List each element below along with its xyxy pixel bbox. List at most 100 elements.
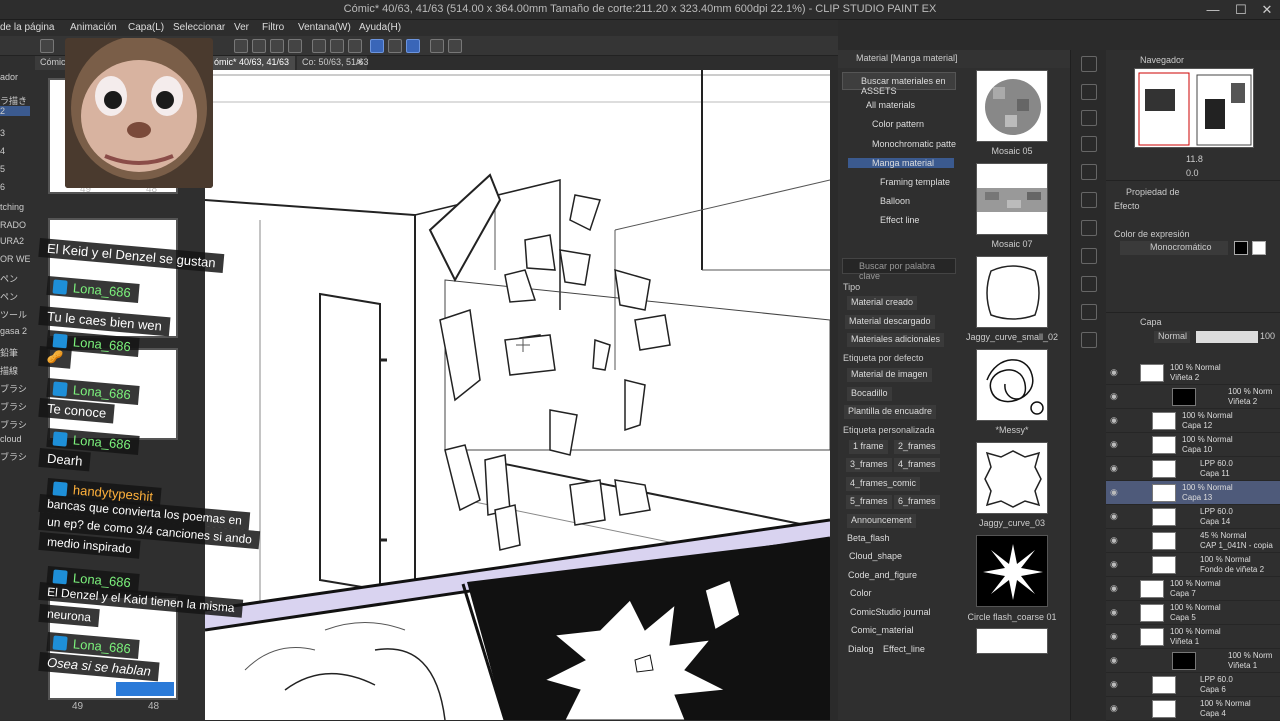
tag-item[interactable]: Announcement xyxy=(847,514,916,528)
search-assets-button[interactable]: Buscar materiales en ASSETS xyxy=(842,72,956,96)
subtool-item[interactable]: RADO xyxy=(0,220,30,230)
tag-item[interactable]: Beta_flash xyxy=(843,532,894,546)
menu-layer[interactable]: Capa(L) xyxy=(128,20,164,36)
menu-filter[interactable]: Filtro xyxy=(262,20,284,36)
close-button[interactable]: ✕ xyxy=(1254,0,1280,20)
menu-help[interactable]: Ayuda(H) xyxy=(359,20,401,36)
tab-comic-40[interactable]: ómic* 40/63, 41/63 xyxy=(209,56,295,70)
menu-page[interactable]: de la página xyxy=(0,20,55,36)
subtool-item[interactable]: 5 xyxy=(0,164,30,174)
tag-item[interactable]: 1 frame xyxy=(849,440,888,454)
eye-icon[interactable]: ◉ xyxy=(1110,704,1122,713)
eye-icon[interactable]: ◉ xyxy=(1110,392,1122,401)
layer-row[interactable]: ◉ 100 % Normal Fondo de viñeta 2 xyxy=(1106,553,1280,577)
menu-animation[interactable]: Animación xyxy=(70,20,117,36)
tag-item[interactable]: Material de imagen xyxy=(847,368,932,382)
layer-row[interactable]: ◉ LPP 60.0 Capa 6 xyxy=(1106,673,1280,697)
navigator-preview[interactable] xyxy=(1134,68,1254,148)
layer-row[interactable]: ◉ LPP 60.0 Capa 11 xyxy=(1106,457,1280,481)
subtool-item[interactable]: ador xyxy=(0,72,30,82)
subtool-item[interactable]: 4 xyxy=(0,146,30,156)
layer-row[interactable]: ◉ 100 % Normal Capa 5 xyxy=(1106,601,1280,625)
layer-row[interactable]: ◉ LPP 60.0 Capa 14 xyxy=(1106,505,1280,529)
tag-item[interactable]: 2_frames xyxy=(894,440,940,454)
snap-grid-icon[interactable] xyxy=(406,39,420,53)
subtool-item[interactable]: 鉛筆 xyxy=(0,346,30,359)
subtool-item[interactable]: ブラシ xyxy=(0,418,30,431)
menu-window[interactable]: Ventana(W) xyxy=(298,20,351,36)
layer-row[interactable]: ◉ 100 % Normal Capa 7 xyxy=(1106,577,1280,601)
opacity-value[interactable]: 100 xyxy=(1260,331,1275,341)
transform-icon[interactable] xyxy=(234,39,248,53)
tree-effect-line[interactable]: Effect line xyxy=(866,215,954,225)
tree-color-pattern[interactable]: Color pattern xyxy=(856,119,954,129)
tag-item[interactable]: Color xyxy=(846,587,876,601)
panel-toggle-icon[interactable] xyxy=(1081,56,1097,72)
eye-icon[interactable]: ◉ xyxy=(1110,416,1122,425)
layer-row[interactable]: ◉ 100 % Norm Viñeta 2 xyxy=(1106,385,1280,409)
menu-view[interactable]: Ver xyxy=(234,20,249,36)
eye-icon[interactable]: ◉ xyxy=(1110,608,1122,617)
subtool-item[interactable]: ブラシ xyxy=(0,450,30,463)
material-thumbnail[interactable] xyxy=(976,628,1048,654)
settings-icon[interactable] xyxy=(430,39,444,53)
tag-item[interactable]: Plantilla de encuadre xyxy=(844,405,937,419)
copy-icon[interactable] xyxy=(330,39,344,53)
close-tab-icon[interactable]: ✕ xyxy=(353,56,367,70)
help-icon[interactable] xyxy=(448,39,462,53)
panel-toggle-icon[interactable] xyxy=(1081,332,1097,348)
tree-manga-material[interactable]: Manga material xyxy=(848,158,954,168)
eye-icon[interactable]: ◉ xyxy=(1110,632,1122,641)
maximize-button[interactable]: ☐ xyxy=(1228,0,1254,20)
keyword-search-input[interactable]: Buscar por palabra clave xyxy=(842,258,956,281)
minimize-button[interactable]: — xyxy=(1200,0,1226,20)
subtool-item[interactable]: 6 xyxy=(0,182,30,192)
tag-item[interactable]: 4_frames_comic xyxy=(846,477,921,491)
navigator-zoom-value[interactable]: 11.8 xyxy=(1186,154,1203,164)
subtool-item[interactable]: ペン xyxy=(0,272,30,285)
opacity-slider[interactable] xyxy=(1196,331,1258,343)
tree-all-materials[interactable]: All materials xyxy=(848,100,954,110)
eye-icon[interactable]: ◉ xyxy=(1110,368,1122,377)
tag-item[interactable]: Material descargado xyxy=(845,315,935,329)
panel-toggle-icon[interactable] xyxy=(1081,248,1097,264)
eye-icon[interactable]: ◉ xyxy=(1110,656,1122,665)
panel-toggle-icon[interactable] xyxy=(1081,192,1097,208)
tag-item[interactable]: ComicStudio journal xyxy=(846,606,935,620)
tag-item[interactable]: 6_frames xyxy=(894,495,940,509)
subtool-item[interactable]: ペン xyxy=(0,290,30,303)
subtool-item[interactable]: URA2 xyxy=(0,236,30,246)
cut-icon[interactable] xyxy=(312,39,326,53)
tag-item[interactable]: Code_and_figure xyxy=(844,569,921,583)
color-swatch-white[interactable] xyxy=(1252,241,1266,255)
material-thumbnail[interactable] xyxy=(976,442,1048,514)
drawing-canvas[interactable] xyxy=(205,70,830,720)
subtool-item[interactable]: gasa 2 xyxy=(0,326,30,336)
bucket-icon[interactable] xyxy=(270,39,284,53)
eye-icon[interactable]: ◉ xyxy=(1110,488,1122,497)
panel-toggle-icon[interactable] xyxy=(1081,220,1097,236)
subtool-item[interactable]: cloud xyxy=(0,434,30,444)
blend-mode-select[interactable]: Normal xyxy=(1154,331,1190,343)
subtool-item[interactable]: 描線 xyxy=(0,364,30,377)
layer-row[interactable]: ◉ 100 % Normal Capa 4 xyxy=(1106,697,1280,721)
eye-icon[interactable]: ◉ xyxy=(1110,680,1122,689)
panel-toggle-icon[interactable] xyxy=(1081,276,1097,292)
tag-item[interactable]: 3_frames xyxy=(846,458,892,472)
canvas-scrollbar[interactable] xyxy=(830,70,838,720)
tree-balloon[interactable]: Balloon xyxy=(866,196,954,206)
panel-toggle-icon[interactable] xyxy=(1081,110,1097,126)
tag-item[interactable]: Bocadillo xyxy=(847,387,892,401)
subtool-item[interactable]: ブラシ xyxy=(0,382,30,395)
layer-row[interactable]: ◉ 100 % Normal Capa 12 xyxy=(1106,409,1280,433)
subtool-item[interactable]: ブラシ xyxy=(0,400,30,413)
layer-row[interactable]: ◉ 100 % Normal Viñeta 1 xyxy=(1106,625,1280,649)
material-thumbnail[interactable] xyxy=(976,349,1048,421)
tag-item[interactable]: Effect_line xyxy=(879,643,929,657)
fill-icon[interactable] xyxy=(252,39,266,53)
ruler-snap-icon[interactable] xyxy=(370,39,384,53)
tag-item[interactable]: 5_frames xyxy=(846,495,892,509)
clear-icon[interactable] xyxy=(348,39,362,53)
tree-framing-template[interactable]: Framing template xyxy=(866,177,954,187)
eye-icon[interactable]: ◉ xyxy=(1110,512,1122,521)
